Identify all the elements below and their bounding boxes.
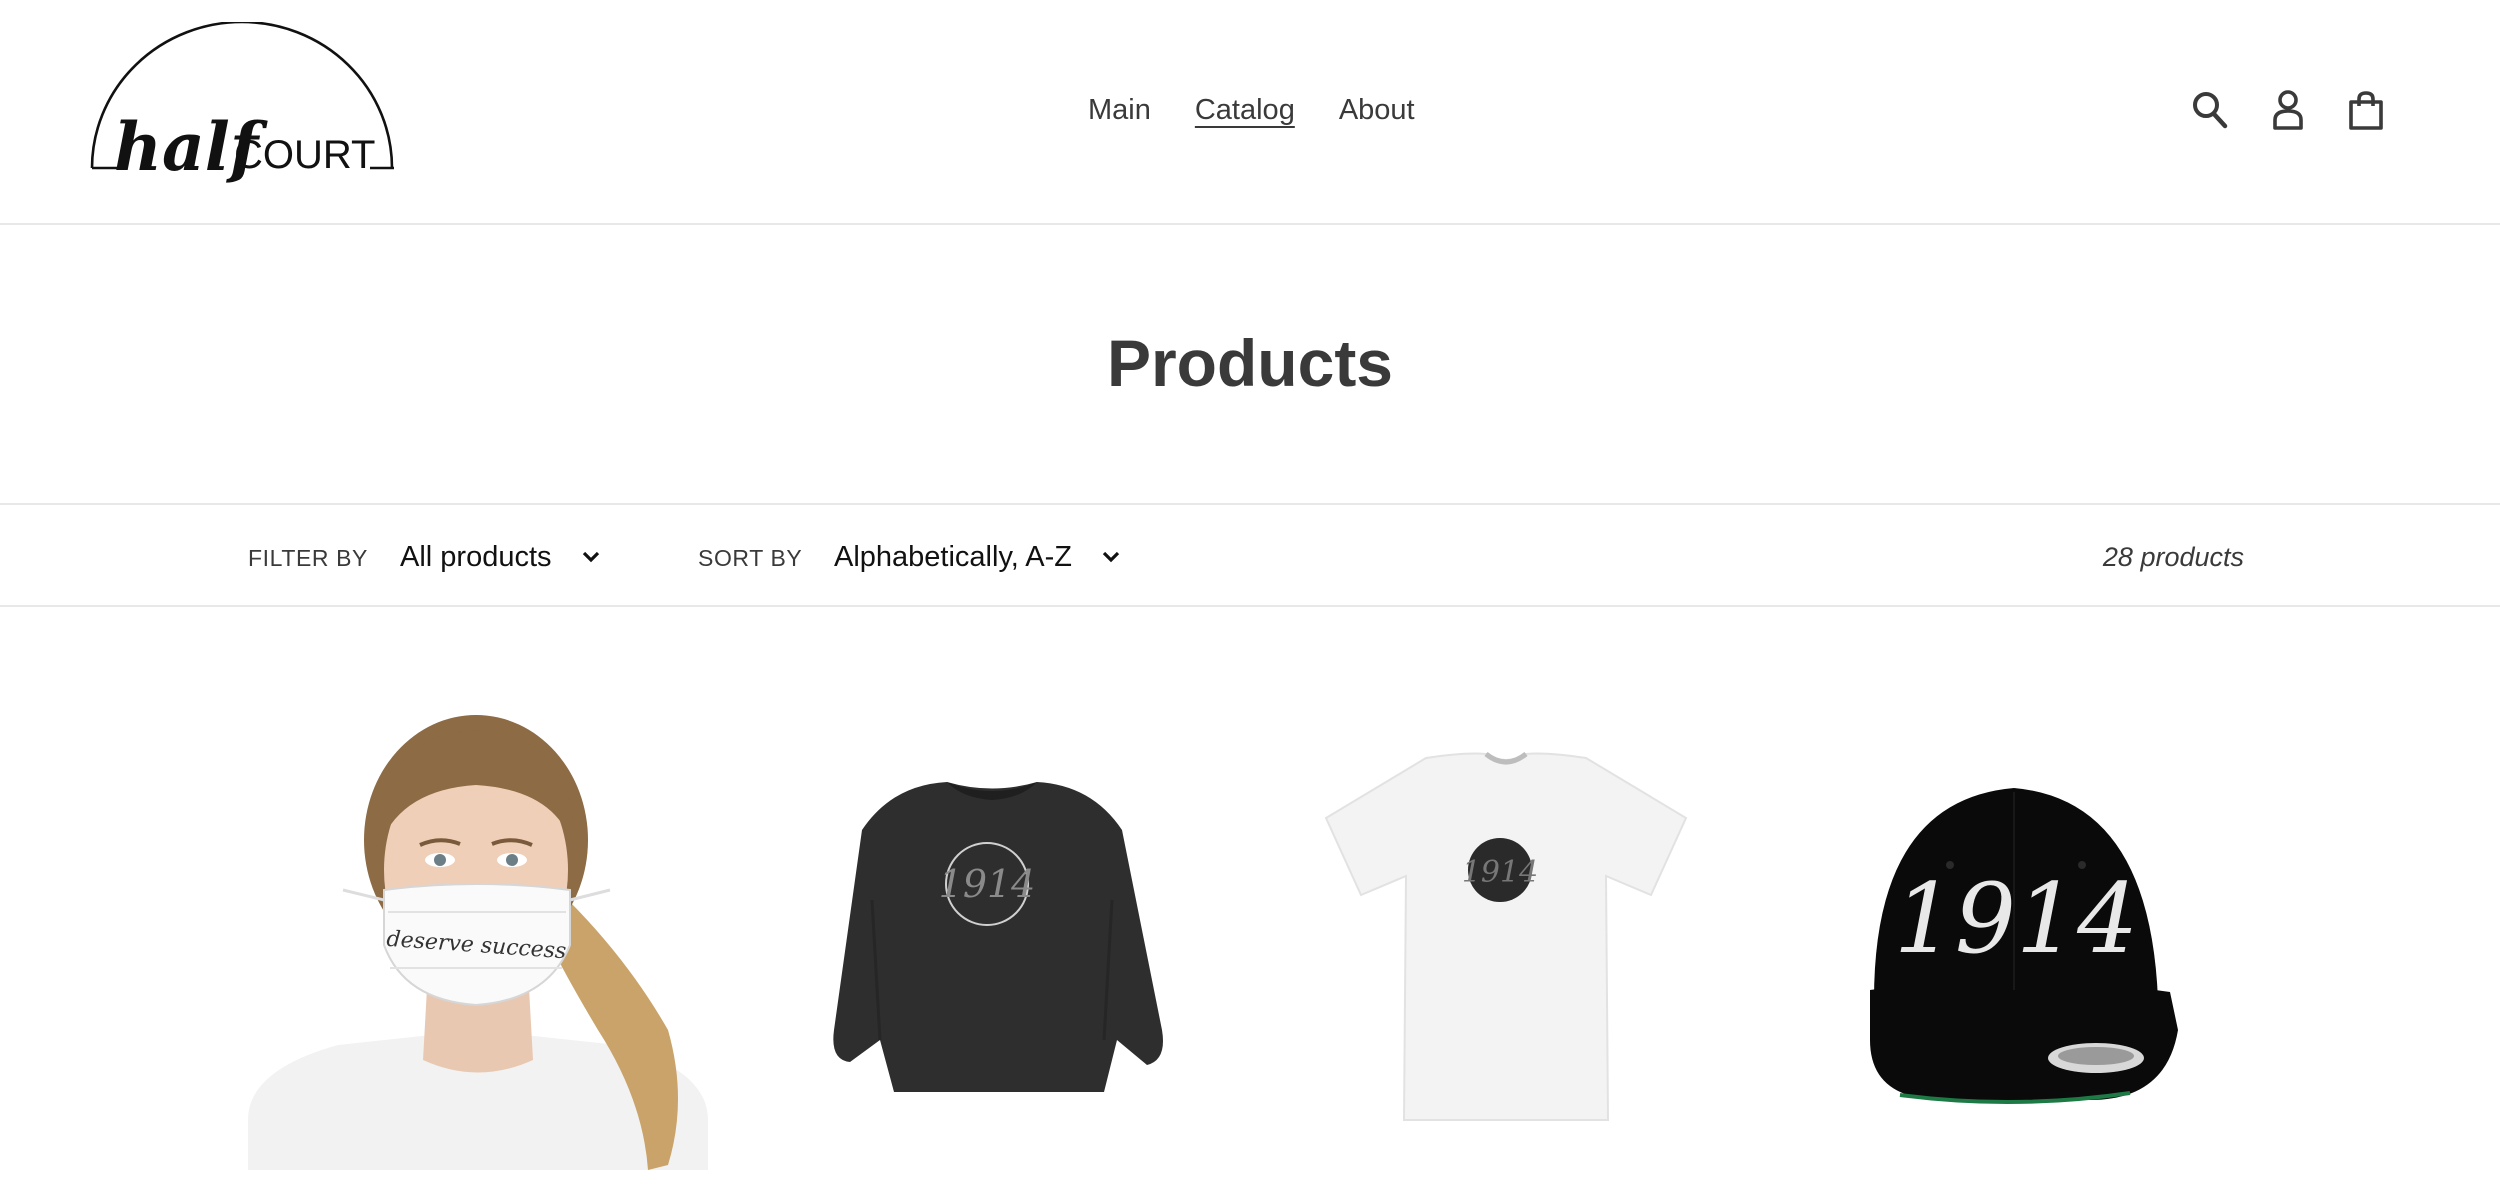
product-card-face-mask[interactable]: deserve success (248, 700, 708, 1187)
nav-catalog[interactable]: Catalog (1173, 88, 1317, 132)
cart-icon[interactable] (2346, 84, 2386, 136)
chevron-down-icon (1102, 551, 1120, 563)
product-image-sweatshirt: 1914 (762, 700, 1222, 1187)
main-nav: Main Catalog About (1088, 88, 1437, 132)
product-count: 28 products (2102, 542, 2244, 572)
tshirt-print-text: 1914 (1462, 855, 1538, 890)
filter-select[interactable]: All products (400, 535, 600, 579)
page-title: Products (1106, 326, 1394, 400)
sort-by-label: SORT BY (698, 545, 803, 571)
product-image-cap: 1914 (1790, 700, 2250, 1187)
logo-text-court: COURT (234, 133, 375, 177)
sort-select-value: Alphabetically, A-Z (834, 540, 1073, 573)
header-icons (2190, 84, 2386, 136)
product-card-cap[interactable]: 1914 (1790, 700, 2250, 1187)
product-image-tshirt: 1914 (1276, 700, 1736, 1187)
product-card-tshirt[interactable]: 1914 (1276, 700, 1736, 1187)
sweatshirt-print-text: 1914 (939, 862, 1036, 906)
filter-bar: FILTER BY All products SORT BY Alphabeti… (0, 503, 2500, 607)
chevron-down-icon (582, 551, 600, 563)
filter-select-value: All products (400, 540, 552, 573)
nav-main[interactable]: Main (1088, 88, 1173, 132)
nav-about[interactable]: About (1317, 88, 1437, 132)
brand-logo[interactable]: half COURT (88, 22, 398, 202)
search-icon[interactable] (2190, 84, 2230, 136)
cap-print-text: 1914 (1894, 863, 2138, 975)
logo-graphic: half COURT (90, 22, 394, 186)
account-icon[interactable] (2268, 84, 2308, 136)
product-card-sweatshirt[interactable]: 1914 (762, 700, 1222, 1187)
sort-select[interactable]: Alphabetically, A-Z (834, 535, 1120, 579)
filter-by-label: FILTER BY (248, 545, 368, 571)
product-grid: deserve success 1914 1914 1914 (248, 700, 2252, 1187)
product-image-face-mask: deserve success (248, 700, 708, 1187)
site-header: half COURT Main Catalog About (0, 0, 2500, 225)
